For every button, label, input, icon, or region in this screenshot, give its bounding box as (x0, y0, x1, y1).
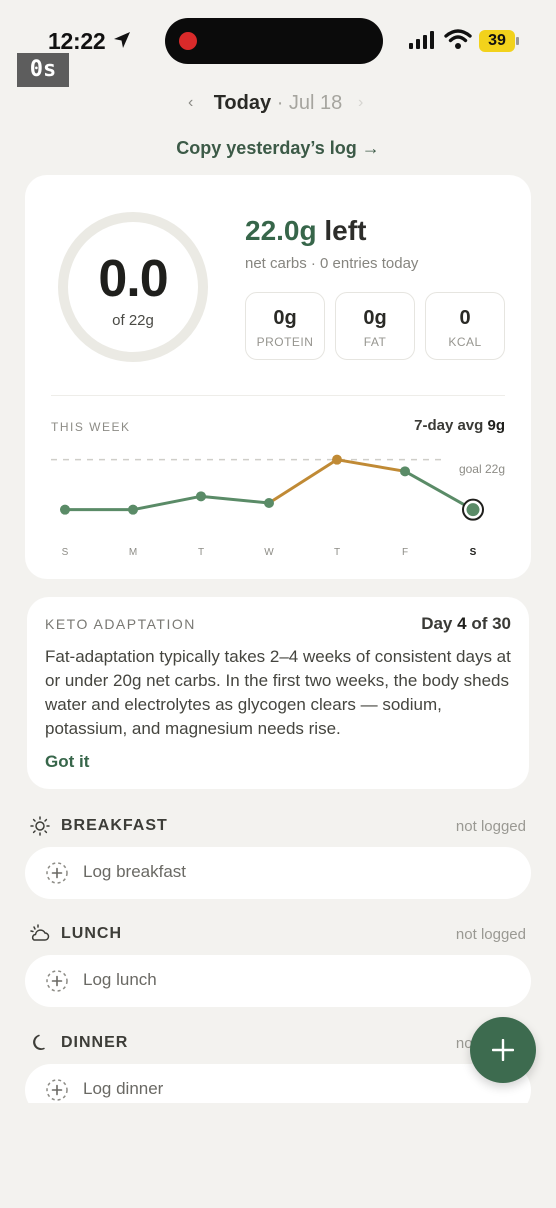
battery-indicator: 39 (479, 30, 519, 52)
week-avg-prefix: 7-day avg (414, 417, 484, 434)
chart-line-segment (199, 494, 271, 505)
chart-point (332, 454, 342, 465)
kcal-value: 0 (459, 307, 471, 329)
chart-day-label: T (198, 547, 204, 558)
cloud-sun-icon (30, 924, 50, 941)
lunch-status: not logged (455, 926, 526, 943)
moon-icon (33, 1034, 45, 1050)
this-week-label: THIS WEEK (51, 420, 131, 434)
previous-day-chevron-icon[interactable]: ‹ (188, 94, 193, 112)
keto-card-title: KETO ADAPTATION (45, 616, 196, 632)
recording-dot-icon (179, 32, 197, 50)
keto-day-progress: Day 4 of 30 (421, 614, 511, 634)
add-entry-fab[interactable] (470, 1017, 536, 1083)
chart-day-label: T (334, 547, 340, 558)
net-carbs-goal: of 22g (112, 312, 154, 329)
breakfast-status: not logged (455, 818, 526, 835)
chart-day-label: S (470, 547, 477, 558)
log-lunch-button[interactable]: Log lunch (25, 955, 531, 1007)
wifi-icon (444, 29, 472, 49)
chart-point (196, 491, 206, 502)
dinner-title: DINNER (61, 1034, 129, 1051)
entries-summary: net carbs · 0 entries today (245, 255, 419, 272)
chart-point (60, 504, 70, 515)
remaining-word: left (324, 215, 367, 246)
weekly-carbs-chart: goal 22g S M T W T F S (51, 454, 505, 558)
signal-icon (409, 31, 434, 49)
week-avg-value: 9g (487, 417, 505, 434)
status-time: 12:22 (48, 28, 106, 54)
kcal-label: KCAL (448, 335, 482, 349)
card-divider (51, 395, 505, 396)
breakfast-title: BREAKFAST (61, 817, 168, 834)
seven-day-average: 7-day avg 9g (414, 417, 505, 434)
chart-line-segment (131, 494, 203, 512)
chart-point (400, 466, 410, 477)
chart-point (264, 498, 274, 508)
add-entry-icon (46, 1079, 68, 1101)
lunch-title: LUNCH (61, 925, 122, 942)
chart-day-label: M (129, 547, 137, 558)
status-bar: 12:22 39 (0, 0, 556, 84)
log-breakfast-button[interactable]: Log breakfast (25, 847, 531, 899)
recording-timer-badge: 0s (17, 53, 69, 87)
protein-label: PROTEIN (256, 335, 314, 349)
plus-icon (492, 1039, 514, 1061)
chart-point (466, 503, 480, 517)
next-day-chevron-icon[interactable]: › (358, 94, 363, 112)
lunch-header: LUNCH not logged (30, 924, 526, 946)
keto-day-prefix: Day (421, 614, 453, 633)
daily-summary-card: 0.0 of 22g 22.0g left net carbs · 0 entr… (25, 175, 531, 579)
net-carbs-consumed: 0.0 (98, 250, 168, 308)
chart-point (128, 504, 138, 515)
sun-icon (30, 816, 50, 836)
add-entry-icon (46, 970, 68, 992)
chart-day-label: F (402, 547, 408, 558)
log-dinner-label: Log dinner (83, 1079, 164, 1098)
got-it-button[interactable]: Got it (45, 752, 89, 772)
goal-label: goal 22g (459, 462, 505, 476)
keto-day-suffix: of 30 (471, 614, 511, 633)
today-label: Today (213, 92, 272, 114)
add-entry-icon (46, 862, 68, 884)
chart-day-label: W (264, 547, 274, 558)
chart-line-segment (267, 458, 339, 505)
bottom-fade (0, 1103, 556, 1208)
breakfast-header: BREAKFAST not logged (30, 816, 526, 838)
keto-card-body: Fat-adaptation typically takes 2–4 weeks… (45, 647, 511, 738)
fat-label: FAT (363, 335, 387, 349)
copy-yesterday-log-link[interactable]: Copy yesterday’s log → (0, 138, 556, 159)
fat-value: 0g (363, 307, 387, 329)
remaining-amount: 22.0g (245, 215, 317, 246)
kcal-tile: 0 KCAL (425, 292, 505, 360)
dynamic-island (165, 18, 383, 64)
remaining-carbs: 22.0g left (245, 215, 366, 247)
date-separator: · (276, 92, 284, 114)
protein-value: 0g (273, 307, 297, 329)
chart-line-segment (403, 469, 475, 512)
chart-line-segment (335, 458, 407, 473)
dinner-header: DINNER not logged (30, 1033, 526, 1055)
keto-adaptation-card: KETO ADAPTATION Day 4 of 30 Fat-adaptati… (27, 597, 529, 789)
date-navigator: ‹ Today · Jul 18 › (0, 92, 556, 118)
fat-tile: 0g FAT (335, 292, 415, 360)
keto-day-current: 4 (457, 614, 467, 633)
log-breakfast-label: Log breakfast (83, 862, 187, 881)
location-arrow-icon (114, 32, 130, 48)
chart-day-label: S (62, 547, 69, 558)
current-date: Jul 18 (288, 92, 343, 114)
log-lunch-label: Log lunch (83, 970, 157, 989)
protein-tile: 0g PROTEIN (245, 292, 325, 360)
